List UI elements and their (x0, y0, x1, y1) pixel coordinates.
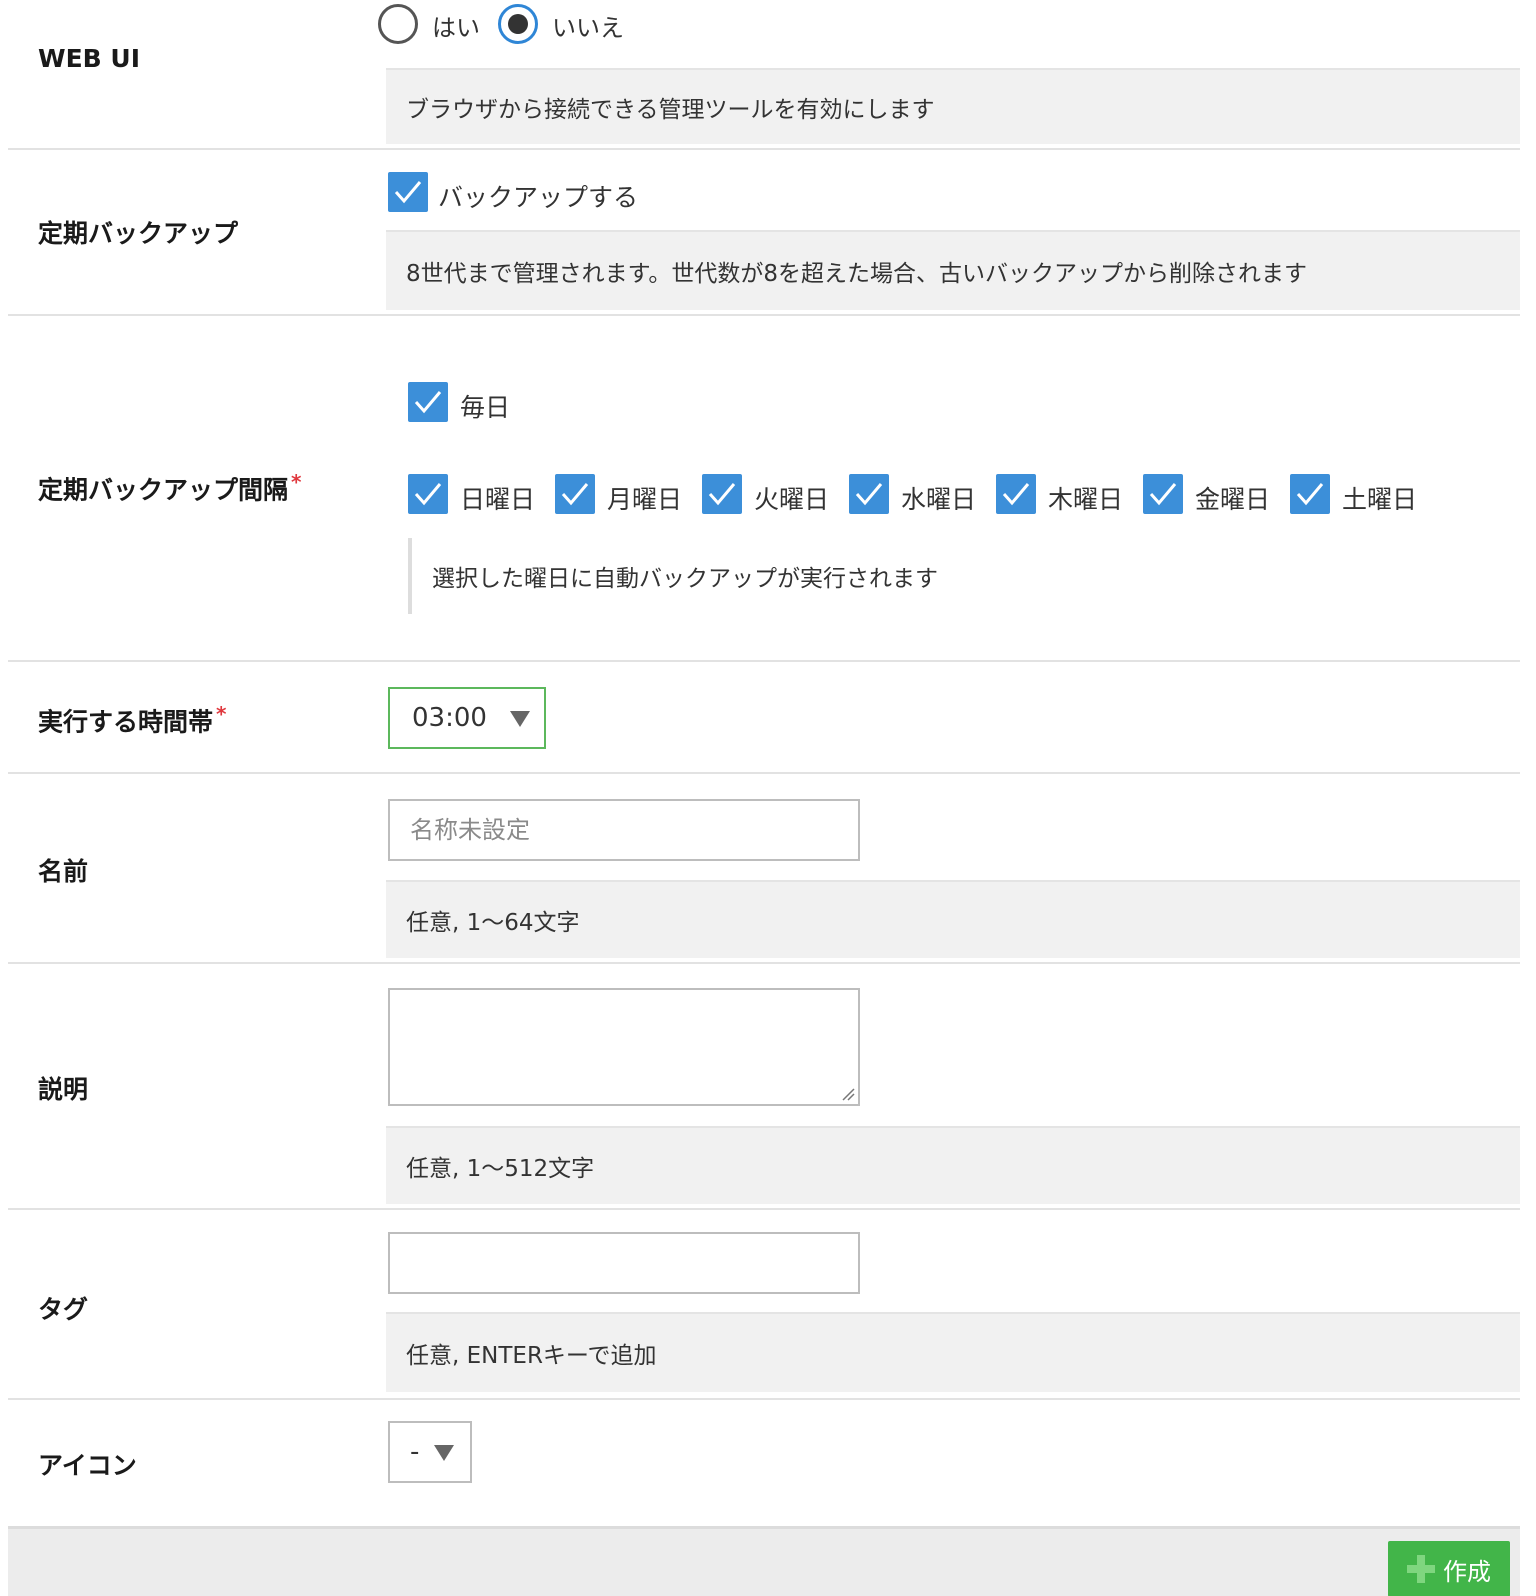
check-icon (1002, 483, 1030, 506)
tags-label: タグ (38, 1295, 89, 1324)
description-row: 説明 任意, 1〜512文字 (8, 964, 1520, 1210)
backup-checkbox-label[interactable]: バックアップする (438, 178, 638, 214)
icon-select[interactable]: - (388, 1421, 472, 1483)
daily-checkbox[interactable] (408, 382, 448, 422)
day-label-monday[interactable]: 月曜日 (607, 480, 682, 516)
day-label-thursday[interactable]: 木曜日 (1048, 480, 1123, 516)
day-label-sunday[interactable]: 日曜日 (460, 480, 535, 516)
name-field-wrap (388, 799, 860, 861)
tags-field-wrap (388, 1232, 860, 1294)
day-checkbox-sunday[interactable] (408, 474, 448, 514)
web-ui-no-radio[interactable] (498, 4, 538, 44)
description-note: 任意, 1〜512文字 (386, 1126, 1520, 1204)
required-mark: * (216, 702, 227, 726)
name-input[interactable] (390, 801, 858, 859)
create-button[interactable]: 作成 (1388, 1541, 1510, 1596)
interval-note: 選択した曜日に自動バックアップが実行されます (408, 538, 938, 614)
backup-checkbox[interactable] (388, 172, 428, 212)
check-icon (855, 483, 883, 506)
time-select[interactable]: 03:00 (388, 687, 546, 749)
day-checkbox-tuesday[interactable] (702, 474, 742, 514)
backup-note: 8世代まで管理されます。世代数が8を超えた場合、古いバックアップから削除されます (386, 230, 1520, 310)
day-checkbox-thursday[interactable] (996, 474, 1036, 514)
name-row: 名前 任意, 1〜64文字 (8, 774, 1520, 964)
check-icon (414, 483, 442, 506)
time-label-text: 実行する時間帯 (38, 707, 214, 737)
day-checkbox-saturday[interactable] (1290, 474, 1330, 514)
day-checkbox-wednesday[interactable] (849, 474, 889, 514)
icon-select-value: - (410, 1437, 420, 1467)
interval-label-text: 定期バックアップ間隔 (38, 475, 289, 505)
check-icon (394, 181, 422, 204)
chevron-down-icon (434, 1445, 454, 1461)
description-label: 説明 (38, 1075, 89, 1104)
check-icon (414, 391, 442, 414)
icon-label: アイコン (38, 1451, 137, 1480)
web-ui-no-label[interactable]: いいえ (552, 8, 624, 43)
tags-input[interactable] (390, 1234, 858, 1292)
web-ui-row: WEB UI はい いいえ ブラウザから接続できる管理ツールを有効にします (8, 0, 1520, 150)
check-icon (708, 483, 736, 506)
day-checkbox-monday[interactable] (555, 474, 595, 514)
form-footer: 作成 (8, 1526, 1520, 1596)
check-icon (561, 483, 589, 506)
chevron-down-icon (510, 711, 530, 727)
tags-note: 任意, ENTERキーで追加 (386, 1312, 1520, 1392)
plus-icon (1407, 1555, 1435, 1583)
day-label-saturday[interactable]: 土曜日 (1342, 480, 1417, 516)
interval-note-text: 選択した曜日に自動バックアップが実行されます (432, 566, 938, 592)
check-icon (1149, 483, 1177, 506)
icon-row: アイコン - (8, 1400, 1520, 1526)
day-checkbox-friday[interactable] (1143, 474, 1183, 514)
day-label-friday[interactable]: 金曜日 (1195, 480, 1270, 516)
day-label-tuesday[interactable]: 火曜日 (754, 480, 829, 516)
interval-label: 定期バックアップ間隔 * (38, 470, 301, 506)
required-mark: * (291, 470, 302, 494)
check-icon (1296, 483, 1324, 506)
name-label: 名前 (38, 857, 89, 886)
tags-row: タグ 任意, ENTERキーで追加 (8, 1210, 1520, 1400)
web-ui-note: ブラウザから接続できる管理ツールを有効にします (386, 68, 1520, 144)
daily-checkbox-label[interactable]: 毎日 (460, 388, 510, 424)
description-field-wrap (388, 988, 860, 1106)
day-label-wednesday[interactable]: 水曜日 (901, 480, 976, 516)
time-row: 実行する時間帯 * 03:00 (8, 662, 1520, 774)
backup-label: 定期バックアップ (38, 219, 239, 248)
name-note: 任意, 1〜64文字 (386, 880, 1520, 958)
description-textarea[interactable] (390, 990, 858, 1104)
resize-handle-icon[interactable] (841, 1087, 855, 1101)
web-ui-yes-label[interactable]: はい (432, 8, 480, 43)
web-ui-label: WEB UI (38, 44, 141, 73)
web-ui-yes-radio[interactable] (378, 4, 418, 44)
interval-row: 定期バックアップ間隔 * 毎日 日曜日 月曜日 火曜日 水曜日 木曜日 金曜日 土… (8, 316, 1520, 662)
time-label: 実行する時間帯 * (38, 702, 226, 738)
backup-row: 定期バックアップ バックアップする 8世代まで管理されます。世代数が8を超えた場… (8, 150, 1520, 316)
create-button-label: 作成 (1443, 1557, 1491, 1586)
time-select-value: 03:00 (412, 703, 487, 733)
